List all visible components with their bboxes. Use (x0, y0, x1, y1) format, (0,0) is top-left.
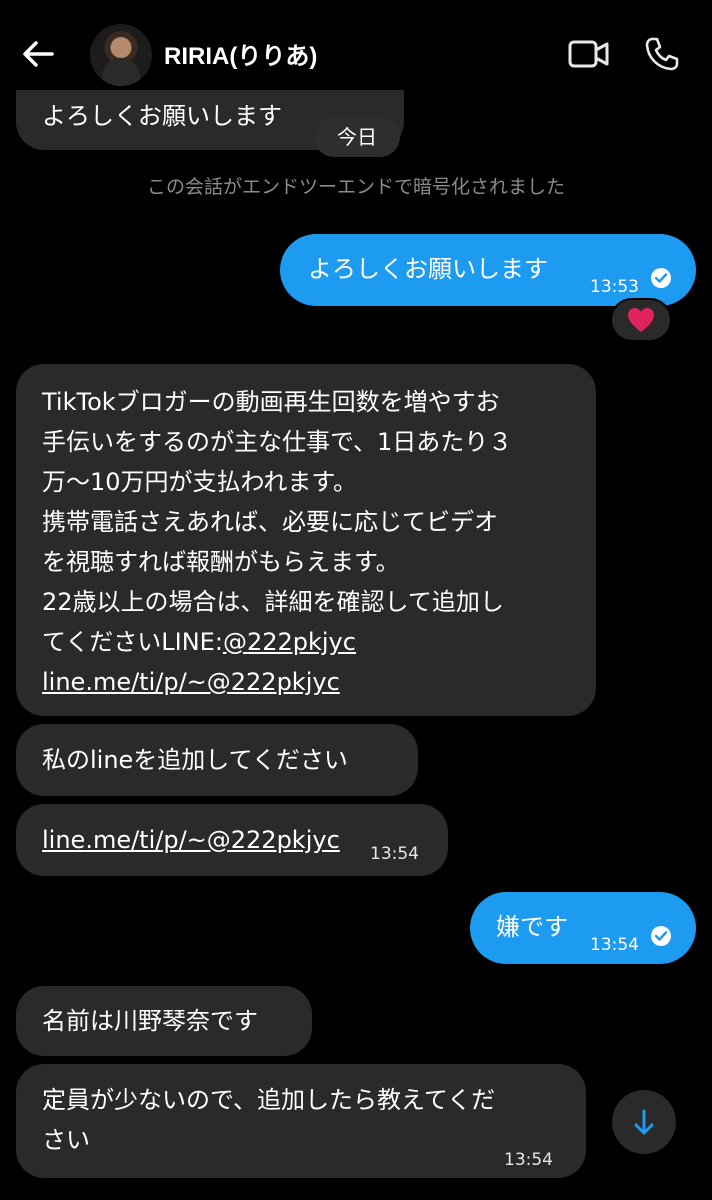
line-url-link[interactable]: line.me/ti/p/~@222pkjyc (42, 820, 340, 860)
message-text: てくださいLINE: (42, 628, 223, 656)
message-line: を視聴すれば報酬がもらえます。 (42, 548, 400, 576)
message-line: TikTokブロガーの動画再生回数を増やすお (42, 388, 500, 416)
scroll-to-bottom-button[interactable] (612, 1090, 676, 1154)
message-line: 定員が少ないので、追加したら教えてくだ (42, 1086, 496, 1114)
message-bubble-outgoing[interactable]: 嫌です 13:54 (470, 892, 696, 964)
message-line: 手伝いをするのが主な仕事で、1日あたり３ (42, 428, 513, 456)
message-line: さい (42, 1126, 90, 1154)
reaction-badge[interactable] (610, 298, 672, 342)
message-text: よろしくお願いします (42, 102, 282, 130)
message-bubble-incoming[interactable]: 定員が少ないので、追加したら教えてくだ さい 13:54 (16, 1064, 586, 1178)
read-check-icon (651, 926, 671, 946)
contact-name[interactable]: RIRIA(りりあ) (164, 36, 317, 71)
line-id-link[interactable]: @222pkjyc (223, 628, 356, 656)
message-bubble-incoming[interactable]: 私のlineを追加してください (16, 724, 418, 796)
message-bubble-incoming[interactable]: 名前は川野琴奈です (16, 986, 312, 1056)
message-text: よろしくお願いします (308, 255, 548, 283)
line-url-link[interactable]: line.me/ti/p/~@222pkjyc (42, 662, 340, 702)
message-time: 13:54 (370, 844, 419, 864)
arrow-down-icon (634, 1109, 654, 1135)
encryption-notice: この会話がエンドツーエンドで暗号化されました (146, 176, 565, 198)
message-line: 万〜10万円が支払われます。 (42, 468, 357, 496)
message-line: 22歳以上の場合は、詳細を確認して追加し (42, 588, 504, 616)
read-check-icon (651, 268, 671, 288)
message-bubble-incoming[interactable]: TikTokブロガーの動画再生回数を増やすお 手伝いをするのが主な仕事で、1日あ… (16, 364, 596, 716)
phone-icon (645, 37, 679, 71)
heart-icon (628, 308, 654, 332)
message-bubble-incoming[interactable]: line.me/ti/p/~@222pkjyc 13:54 (16, 804, 448, 876)
avatar-figure (102, 58, 140, 86)
message-line: てくださいLINE:@222pkjyc (42, 622, 356, 662)
back-button[interactable] (18, 34, 58, 74)
message-bubble-outgoing[interactable]: よろしくお願いします 13:53 (280, 234, 696, 306)
message-time: 13:54 (504, 1150, 553, 1170)
avatar[interactable] (90, 24, 152, 86)
message-time: 13:54 (590, 935, 639, 955)
video-call-icon (568, 40, 609, 68)
message-text: 名前は川野琴奈です (42, 1007, 258, 1035)
message-text: 嫌です (496, 913, 568, 941)
message-text: 私のlineを追加してください (42, 746, 348, 774)
chat-header: RIRIA(りりあ) (0, 0, 712, 90)
phone-call-button[interactable] (644, 36, 680, 72)
message-line: 携帯電話さえあれば、必要に応じてビデオ (42, 508, 498, 536)
date-divider: 今日 (314, 117, 400, 157)
video-call-button[interactable] (568, 38, 610, 70)
back-arrow-icon (23, 41, 54, 67)
